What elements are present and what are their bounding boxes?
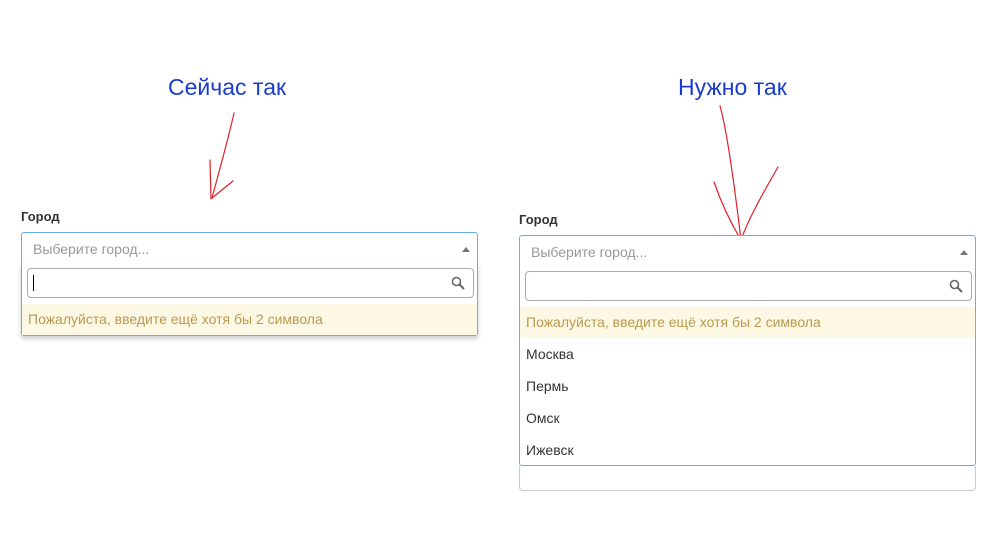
city-select-current[interactable]: Выберите город... — [21, 232, 478, 264]
magnifier-icon — [949, 279, 963, 293]
city-dropdown-current: Пожалуйста, введите ещё хотя бы 2 символ… — [21, 264, 478, 336]
text-cursor — [33, 275, 34, 291]
city-select-needed[interactable]: Выберите город... — [519, 235, 976, 267]
underlying-field — [519, 466, 976, 491]
hint-message: Пожалуйста, введите ещё хотя бы 2 символ… — [22, 304, 477, 335]
city-label-needed: Город — [519, 212, 558, 227]
arrow-current-head-right — [211, 180, 234, 199]
option-izhevsk[interactable]: Ижевск — [526, 442, 574, 458]
arrow-current — [211, 112, 235, 199]
city-label-current: Город — [21, 209, 60, 224]
hint-message: Пожалуйста, введите ещё хотя бы 2 символ… — [520, 307, 975, 338]
search-input[interactable] — [525, 271, 972, 301]
option-omsk[interactable]: Омск — [526, 410, 560, 426]
search-input[interactable] — [27, 268, 474, 298]
city-dropdown-needed: Пожалуйста, введите ещё хотя бы 2 символ… — [519, 267, 976, 466]
caret-up-icon[interactable] — [462, 247, 470, 252]
magnifier-icon — [451, 276, 465, 290]
select-placeholder: Выберите город... — [33, 241, 150, 257]
select-placeholder: Выберите город... — [531, 244, 648, 260]
arrow-current-head-left — [209, 159, 212, 200]
caret-up-icon[interactable] — [960, 250, 968, 255]
option-perm[interactable]: Пермь — [526, 378, 569, 394]
arrow-needed-head-right — [740, 166, 779, 241]
option-moscow[interactable]: Москва — [526, 346, 574, 362]
